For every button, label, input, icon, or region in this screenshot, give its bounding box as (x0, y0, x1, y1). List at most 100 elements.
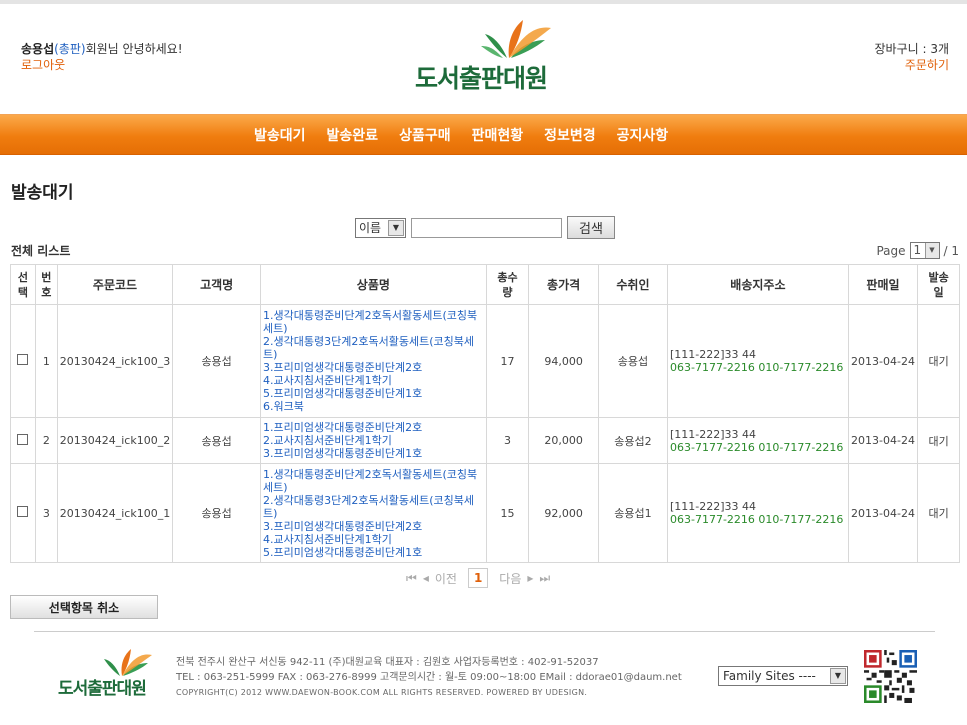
product-item[interactable]: 3.프리미엄생각대통령준비단계2호 (263, 520, 484, 533)
product-item[interactable]: 1.생각대통령준비단계2호독서활동세트(코칭북세트) (263, 468, 484, 494)
total-price: 92,000 (528, 463, 599, 563)
company-address: 전북 전주시 완산구 서신동 942-11 (주)대원교육 대표자 : 김원호 … (176, 657, 599, 668)
product-item[interactable]: 4.교사지침서준비단계1학기 (263, 374, 484, 387)
family-sites-value: Family Sites ---- (723, 669, 816, 683)
current-page[interactable]: 1 (467, 568, 489, 588)
col-price: 총가격 (528, 264, 599, 305)
footer-logo-text: 도서출판대원 (58, 679, 147, 699)
search-input[interactable] (411, 217, 562, 238)
receiver-name: 송용섭2 (597, 417, 669, 464)
address-text: [111-222]33 44 (670, 427, 757, 441)
receiver-name: 송용섭 (597, 304, 669, 418)
receiver-name: 송용섭1 (597, 463, 669, 563)
col-qty: 총수량 (485, 264, 530, 305)
product-item[interactable]: 5.프리미엄생각대통령준비단계1호 (263, 387, 484, 400)
product-item[interactable]: 2.생각대통령3단계2호독서활동세트(코칭북세트) (263, 335, 484, 361)
prev-page-link[interactable]: 이전 (435, 570, 457, 587)
nav-item-profile[interactable]: 정보변경 (544, 125, 596, 145)
prev-page-icon[interactable]: ◂ (423, 571, 429, 585)
order-code: 20130424_ick100_2 (56, 417, 174, 464)
search-field-select[interactable]: 이름 ▼ (355, 217, 406, 238)
row-checkbox[interactable] (17, 506, 29, 517)
chevron-down-icon: ▼ (388, 219, 404, 236)
copyright: COPYRIGHT(C) 2012 WWW.DAEWON-BOOK.COM AL… (176, 688, 588, 697)
next-page-icon[interactable]: ▸ (527, 571, 533, 585)
product-item[interactable]: 1.프리미엄생각대통령준비단계2호 (263, 421, 484, 434)
order-code: 20130424_ick100_3 (56, 304, 174, 418)
pagination: ⏮ ◂ 이전 1 다음 ▸ ⏭ (403, 568, 553, 588)
col-product: 상품명 (260, 264, 487, 305)
nav-item-shipped[interactable]: 발송완료 (327, 125, 379, 145)
table-row: 1 20130424_ick100_3 송용섭 1.생각대통령준비단계2호독서활… (10, 304, 960, 418)
page-selector: Page 1 ▼ / 1 (876, 242, 959, 259)
site-logo[interactable]: 도서출판대원 (415, 16, 560, 96)
footer-info: 전북 전주시 완산구 서신동 942-11 (주)대원교육 대표자 : 김원호 … (176, 655, 682, 700)
col-number: 번호 (34, 264, 58, 305)
col-select: 선택 (10, 264, 36, 305)
col-order-code: 주문코드 (56, 264, 174, 305)
list-label: 전체 리스트 (11, 244, 71, 258)
product-item[interactable]: 4.교사지침서준비단계1학기 (263, 533, 484, 546)
chevron-down-icon: ▼ (924, 243, 939, 258)
phone-text: 063-7177-2216 010-7177-2216 (670, 440, 844, 454)
page-total: / 1 (943, 243, 960, 258)
cancel-selected-button[interactable]: 선택항목 취소 (10, 595, 158, 619)
row-checkbox[interactable] (17, 354, 29, 365)
col-sale-date: 판매일 (847, 264, 919, 305)
family-sites-select[interactable]: Family Sites ---- ▼ (718, 666, 848, 686)
ship-status: 대기 (917, 417, 960, 464)
sale-date: 2013-04-24 (847, 463, 919, 563)
page-select[interactable]: 1 ▼ (909, 242, 940, 259)
ship-address: [111-222]33 44 063-7177-2216 010-7177-22… (667, 304, 849, 418)
product-item[interactable]: 3.프리미엄생각대통령준비단계1호 (263, 447, 484, 460)
last-page-icon[interactable]: ⏭ (539, 571, 550, 586)
address-text: [111-222]33 44 (670, 348, 757, 361)
top-strip (0, 0, 967, 4)
total-qty: 3 (485, 417, 530, 464)
cart-area: 장바구니 : 3개 주문하기 (874, 41, 949, 73)
sale-date: 2013-04-24 (847, 417, 919, 464)
col-receiver: 수취인 (597, 264, 669, 305)
product-item[interactable]: 2.교사지침서준비단계1학기 (263, 434, 484, 447)
user-greeting: 송용섭(총판)회원님 안녕하세요! 로그아웃 (21, 41, 183, 73)
nav-item-pending[interactable]: 발송대기 (254, 125, 306, 145)
company-contact: TEL : 063-251-5999 FAX : 063-276-8999 고객… (176, 672, 682, 683)
first-page-icon[interactable]: ⏮ (406, 571, 417, 586)
search-button[interactable]: 검색 (567, 216, 615, 239)
product-item[interactable]: 5.프리미엄생각대통령준비단계1호 (263, 546, 484, 559)
product-list: 1.프리미엄생각대통령준비단계2호 2.교사지침서준비단계1학기 3.프리미엄생… (260, 417, 487, 464)
col-address: 배송지주소 (667, 264, 849, 305)
product-item[interactable]: 1.생각대통령준비단계2호독서활동세트(코칭북세트) (263, 309, 484, 335)
logout-link[interactable]: 로그아웃 (21, 57, 183, 73)
main-nav: 발송대기 발송완료 상품구매 판매현황 정보변경 공지사항 (0, 114, 967, 155)
customer-name: 송용섭 (172, 304, 262, 418)
total-qty: 17 (485, 304, 530, 418)
product-item[interactable]: 6.워크북 (263, 400, 484, 413)
footer-divider (34, 631, 935, 632)
customer-name: 송용섭 (172, 417, 262, 464)
cart-count[interactable]: 장바구니 : 3개 (874, 42, 949, 56)
table-row: 3 20130424_ick100_1 송용섭 1.생각대통령준비단계2호독서활… (10, 463, 960, 563)
product-list: 1.생각대통령준비단계2호독서활동세트(코칭북세트) 2.생각대통령3단계2호독… (260, 463, 487, 563)
row-number: 3 (34, 463, 58, 563)
product-item[interactable]: 2.생각대통령3단계2호독서활동세트(코칭북세트) (263, 494, 484, 520)
nav-item-purchase[interactable]: 상품구매 (399, 125, 451, 145)
row-number: 1 (34, 304, 58, 418)
ship-address: [111-222]33 44 063-7177-2216 010-7177-22… (667, 417, 849, 464)
product-item[interactable]: 3.프리미엄생각대통령준비단계2호 (263, 361, 484, 374)
col-customer: 고객명 (172, 264, 262, 305)
sale-date: 2013-04-24 (847, 304, 919, 418)
phone-text: 063-7177-2216 010-7177-2216 (670, 513, 844, 526)
ship-address: [111-222]33 44 063-7177-2216 010-7177-22… (667, 463, 849, 563)
order-link[interactable]: 주문하기 (874, 57, 949, 73)
nav-item-sales[interactable]: 판매현황 (472, 125, 524, 145)
search-field-value: 이름 (359, 221, 382, 235)
user-name: 송용섭 (21, 42, 55, 56)
row-checkbox[interactable] (17, 433, 29, 445)
nav-item-notice[interactable]: 공지사항 (617, 125, 669, 145)
total-price: 20,000 (528, 417, 599, 464)
qr-code-icon (864, 650, 917, 703)
next-page-link[interactable]: 다음 (499, 570, 521, 587)
search-bar: 이름 ▼ 검색 (355, 216, 615, 239)
col-ship-date: 발송일 (917, 264, 960, 305)
